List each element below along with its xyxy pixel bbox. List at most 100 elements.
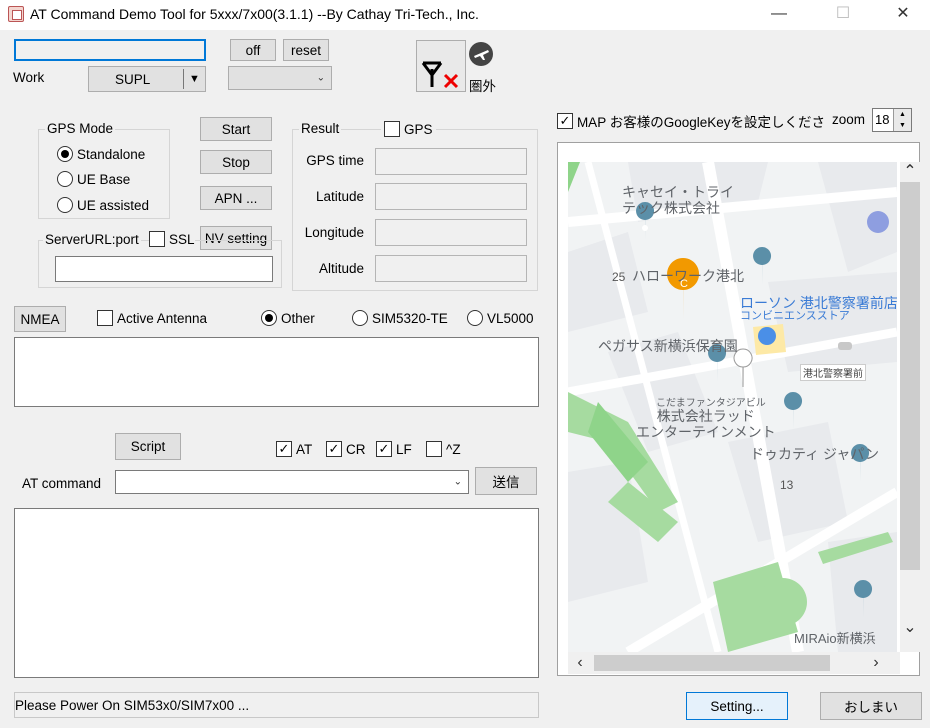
- active-antenna-checkbox[interactable]: [97, 310, 113, 326]
- map-label-mirai: MIRAio新横浜: [794, 631, 876, 646]
- chevron-down-icon[interactable]: ⌄: [454, 477, 462, 488]
- nmea-output-area[interactable]: [14, 337, 539, 407]
- ssl-checkbox[interactable]: [149, 231, 165, 247]
- send-button[interactable]: 送信: [475, 467, 537, 495]
- status-text: Please Power On SIM53x0/SIM7x00 ...: [15, 698, 250, 713]
- map-label-block13: 13: [780, 478, 794, 492]
- map-label-block25: 25: [612, 270, 626, 284]
- map-label-lad: 株式会社ラッド エンターテインメント: [636, 408, 776, 440]
- exit-button[interactable]: おしまい: [820, 692, 922, 720]
- scroll-up-icon[interactable]: ⌃: [900, 162, 920, 182]
- setting-button[interactable]: Setting...: [686, 692, 788, 720]
- gps-mode-standalone[interactable]: Standalone: [57, 146, 145, 162]
- maximize-button[interactable]: ☐: [820, 0, 866, 30]
- horizontal-scroll-thumb[interactable]: [594, 655, 830, 671]
- at-option-2[interactable]: LF: [376, 441, 412, 457]
- map-vertical-scrollbar[interactable]: ⌃ ⌄: [900, 162, 920, 652]
- off-button[interactable]: off: [230, 39, 276, 61]
- vertical-scroll-thumb[interactable]: [900, 182, 920, 570]
- sim5320-label: SIM5320-TE: [372, 310, 448, 326]
- map-label: MAP お客様のGoogleKeyを設定しくださ: [576, 115, 825, 130]
- map-label-kodama: こだまファンタジアビル: [656, 398, 766, 409]
- close-button[interactable]: ✕: [880, 0, 926, 30]
- map-label-ducati: ドゥカティ ジャパン: [750, 446, 880, 462]
- at-option-0[interactable]: AT: [276, 441, 312, 457]
- work-dropdown-arrow-icon[interactable]: ▼: [183, 69, 205, 89]
- reset-button[interactable]: reset: [283, 39, 329, 61]
- ssl-label: SSL: [169, 231, 195, 247]
- result-gps-option[interactable]: GPS: [381, 121, 436, 137]
- map-label-company: キャセイ・トライ テック株式会社: [622, 184, 734, 216]
- ssl-option[interactable]: SSL: [149, 231, 195, 247]
- antenna-vl5000-option[interactable]: VL5000: [467, 310, 534, 326]
- map-label-convenience: コンビニエンスストア: [740, 310, 850, 322]
- zoom-value: 18: [875, 112, 890, 127]
- map-view[interactable]: キャセイ・トライ テック株式会社 25 ハローワーク港北 C ローソン 港北警察署…: [568, 162, 897, 652]
- chevron-down-icon: ⌄: [316, 72, 325, 84]
- at-option-label: ^Z: [446, 441, 461, 457]
- longitude-label: Longitude: [304, 225, 364, 240]
- other-label: Other: [281, 310, 315, 326]
- radio-ue-assisted[interactable]: [57, 197, 73, 213]
- at-option-3[interactable]: ^Z: [426, 441, 461, 457]
- scroll-left-icon[interactable]: ‹: [570, 653, 590, 673]
- signal-status-box: [416, 40, 466, 92]
- nmea-button[interactable]: NMEA: [14, 306, 66, 332]
- minimize-button[interactable]: —: [756, 0, 802, 30]
- at-command-input[interactable]: ⌄: [115, 470, 469, 494]
- signal-status-text: 圏外: [469, 79, 496, 94]
- status-bar: Please Power On SIM53x0/SIM7x00 ...: [14, 692, 539, 718]
- server-url-input[interactable]: [55, 256, 273, 282]
- work-select[interactable]: SUPL ▼: [88, 66, 206, 92]
- map-horizontal-scrollbar[interactable]: ‹ ›: [568, 652, 900, 674]
- stop-button[interactable]: Stop: [200, 150, 272, 174]
- active-antenna-option[interactable]: Active Antenna: [97, 310, 217, 326]
- scroll-down-icon[interactable]: ⌄: [900, 618, 920, 638]
- gps-mode-ue-base[interactable]: UE Base: [57, 171, 130, 187]
- zoom-stepper[interactable]: 18 ▲ ▼: [872, 108, 912, 132]
- secondary-select[interactable]: ⌄: [228, 66, 332, 90]
- zoom-spin-icon[interactable]: ▲ ▼: [893, 109, 911, 131]
- altitude-label: Altitude: [318, 261, 364, 276]
- at-option-checkbox[interactable]: [376, 441, 392, 457]
- radio-sim5320[interactable]: [352, 310, 368, 326]
- server-url-label: ServerURL:port: [43, 232, 141, 247]
- at-option-checkbox[interactable]: [426, 441, 442, 457]
- at-response-area[interactable]: [14, 508, 539, 678]
- altitude-value: [375, 255, 527, 282]
- antenna-sim5320-option[interactable]: SIM5320-TE: [352, 310, 454, 326]
- vl5000-label: VL5000: [487, 310, 534, 326]
- port-field[interactable]: [14, 39, 206, 61]
- zoom-label: zoom: [832, 112, 866, 127]
- title-bar: AT Command Demo Tool for 5xxx/7x00(3.1.1…: [0, 0, 930, 30]
- script-button[interactable]: Script: [115, 433, 181, 460]
- airplane-mode-icon: [469, 42, 493, 66]
- latitude-value: [375, 183, 527, 210]
- at-option-1[interactable]: CR: [326, 441, 366, 457]
- at-command-label: AT command: [22, 476, 102, 491]
- start-button[interactable]: Start: [200, 117, 272, 141]
- at-option-label: LF: [396, 441, 412, 457]
- result-title: Result: [299, 121, 342, 136]
- gps-checkbox[interactable]: [384, 121, 400, 137]
- radio-vl5000[interactable]: [467, 310, 483, 326]
- radio-ue-base[interactable]: [57, 171, 73, 187]
- map-option[interactable]: MAP お客様のGoogleKeyを設定しくださ: [557, 111, 825, 131]
- radio-standalone[interactable]: [57, 146, 73, 162]
- apn-button[interactable]: APN ...: [200, 186, 272, 210]
- gps-time-value: [375, 148, 527, 175]
- window-title: AT Command Demo Tool for 5xxx/7x00(3.1.1…: [30, 6, 479, 22]
- gps-label: GPS: [404, 121, 433, 137]
- longitude-value: [375, 219, 527, 246]
- map-checkbox[interactable]: [557, 113, 573, 129]
- latitude-label: Latitude: [315, 189, 364, 204]
- at-option-checkbox[interactable]: [326, 441, 342, 457]
- gps-mode-ue-assisted[interactable]: UE assisted: [57, 197, 149, 213]
- scroll-right-icon[interactable]: ›: [866, 653, 886, 673]
- antenna-other-option[interactable]: Other: [261, 310, 315, 326]
- map-marker-c[interactable]: C: [674, 278, 694, 290]
- radio-other[interactable]: [261, 310, 277, 326]
- at-option-checkbox[interactable]: [276, 441, 292, 457]
- gps-time-label: GPS time: [306, 153, 364, 168]
- ue-base-label: UE Base: [77, 171, 131, 187]
